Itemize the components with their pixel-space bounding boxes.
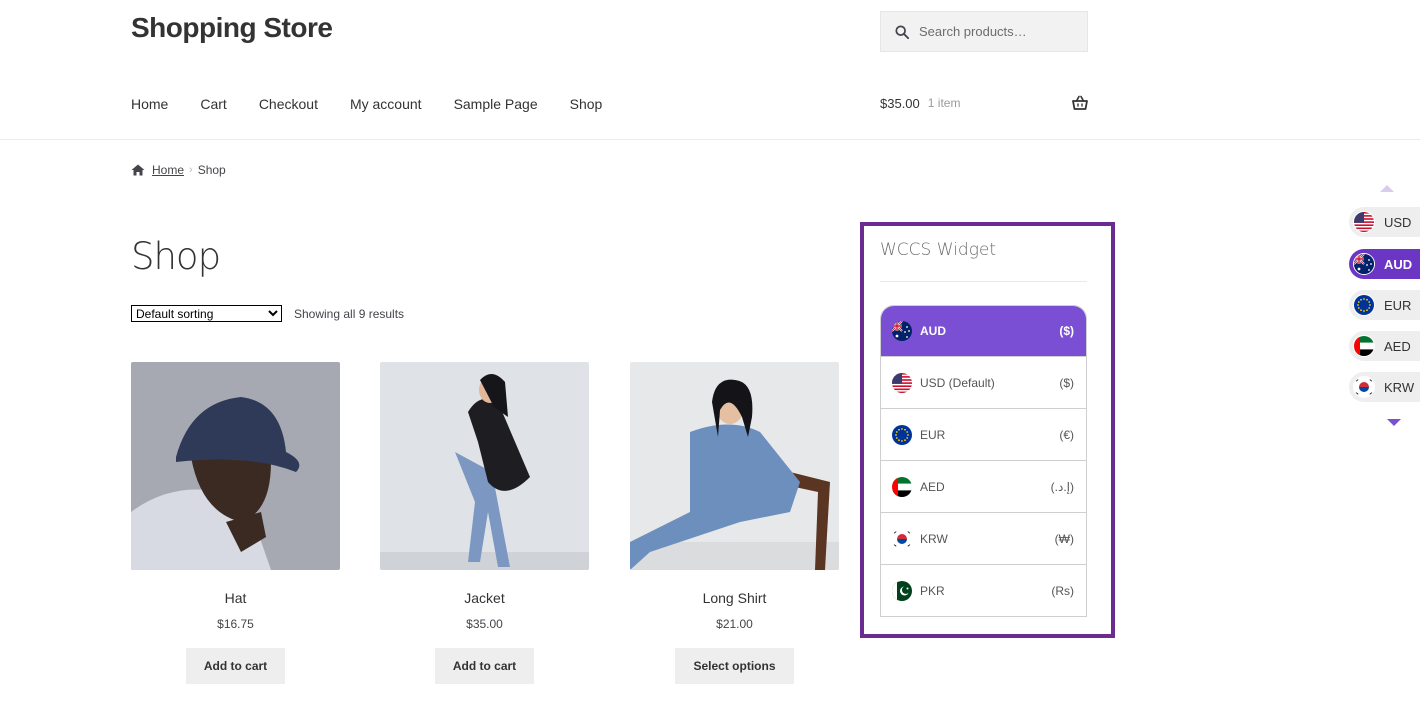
side-currency-aed[interactable]: AED	[1349, 331, 1420, 361]
side-currency-krw[interactable]: KRW	[1349, 372, 1420, 402]
nav-item-my-account[interactable]: My account	[350, 95, 422, 113]
currency-option-pkr[interactable]: PKR (Rs)	[881, 564, 1086, 616]
header-divider	[0, 139, 1420, 140]
pk-flag-icon	[892, 581, 912, 601]
basket-icon	[1072, 95, 1088, 110]
side-currency-usd[interactable]: USD	[1349, 207, 1420, 237]
currency-code: USD (Default)	[920, 375, 995, 390]
product-image-long-shirt[interactable]	[630, 362, 839, 570]
long-shirt-photo	[630, 362, 839, 570]
primary-nav: Home Cart Checkout My account Sample Pag…	[131, 95, 634, 113]
switcher-up-arrow-icon[interactable]	[1380, 185, 1394, 192]
home-icon	[131, 164, 145, 176]
nav-item-sample-page[interactable]: Sample Page	[454, 95, 538, 113]
currency-symbol: (€)	[1059, 427, 1074, 442]
us-flag-icon	[892, 373, 912, 393]
nav-item-shop[interactable]: Shop	[570, 95, 603, 113]
select-options-button[interactable]: Select options	[675, 648, 794, 684]
product-card-jacket: Jacket $35.00 Add to cart	[380, 362, 589, 684]
currency-code: EUR	[920, 427, 946, 442]
currency-option-usd[interactable]: USD (Default) ($)	[881, 356, 1086, 408]
search-input[interactable]	[919, 24, 1079, 39]
sorting-bar: Default sorting Showing all 9 results	[131, 305, 404, 322]
currency-option-aud[interactable]: AUD ($)	[881, 306, 1086, 356]
product-price: $35.00	[466, 617, 503, 631]
result-count: Showing all 9 results	[294, 306, 405, 321]
currency-code: PKR	[920, 583, 945, 598]
product-price: $16.75	[217, 617, 254, 631]
product-card-hat: Hat $16.75 Add to cart	[131, 362, 340, 684]
currency-list: AUD ($) USD (Default) ($) EUR (€) AED (.…	[880, 305, 1087, 617]
currency-code: AED	[920, 479, 945, 494]
switcher-down-arrow-icon[interactable]	[1387, 419, 1401, 426]
header-cart[interactable]: $35.00 1 item	[880, 95, 1088, 111]
nav-item-cart[interactable]: Cart	[200, 95, 226, 113]
us-flag-icon	[1353, 211, 1375, 233]
breadcrumb-current: Shop	[197, 163, 226, 177]
wccs-widget: WCCS Widget AUD ($) USD (Default) ($) EU…	[860, 222, 1115, 638]
ae-flag-icon	[1353, 335, 1375, 357]
breadcrumb: Home › Shop	[131, 163, 226, 177]
search-icon	[895, 24, 909, 39]
currency-symbol: (₩)	[1054, 531, 1074, 546]
eu-flag-icon	[892, 425, 912, 445]
add-to-cart-button[interactable]: Add to cart	[185, 648, 286, 684]
product-name[interactable]: Long Shirt	[630, 590, 839, 606]
page-title: Shop	[131, 235, 221, 278]
currency-code: KRW	[920, 531, 948, 546]
currency-symbol: ($)	[1059, 324, 1074, 338]
search-box[interactable]	[880, 11, 1088, 52]
side-currency-code: AED	[1384, 338, 1411, 354]
cart-amount: $35.00	[880, 95, 920, 111]
currency-symbol: (.إ.د)	[1050, 479, 1074, 494]
hat-photo	[131, 362, 340, 570]
product-name[interactable]: Jacket	[380, 590, 589, 606]
product-image-hat[interactable]	[131, 362, 340, 570]
product-price: $21.00	[716, 617, 753, 631]
nav-item-checkout[interactable]: Checkout	[259, 95, 318, 113]
product-name[interactable]: Hat	[131, 590, 340, 606]
au-flag-icon	[1353, 253, 1375, 275]
side-currency-code: EUR	[1384, 297, 1412, 313]
eu-flag-icon	[1353, 294, 1375, 316]
sort-select[interactable]: Default sorting	[131, 305, 282, 322]
ae-flag-icon	[892, 477, 912, 497]
product-card-long-shirt: Long Shirt $21.00 Select options	[630, 362, 839, 684]
currency-symbol: (Rs)	[1051, 583, 1074, 598]
currency-option-krw[interactable]: KRW (₩)	[881, 512, 1086, 564]
side-currency-code: KRW	[1384, 379, 1415, 395]
product-image-jacket[interactable]	[380, 362, 589, 570]
side-currency-code: USD	[1384, 214, 1412, 230]
kr-flag-icon	[892, 529, 912, 549]
nav-item-home[interactable]: Home	[131, 95, 168, 113]
currency-symbol: ($)	[1059, 375, 1074, 390]
add-to-cart-button[interactable]: Add to cart	[434, 648, 535, 684]
side-currency-aud[interactable]: AUD	[1349, 249, 1420, 279]
currency-option-eur[interactable]: EUR (€)	[881, 408, 1086, 460]
au-flag-icon	[892, 321, 912, 341]
kr-flag-icon	[1353, 376, 1375, 398]
widget-title: WCCS Widget	[880, 240, 997, 260]
cart-count: 1 item	[927, 96, 961, 110]
breadcrumb-separator: ›	[189, 164, 193, 176]
side-currency-eur[interactable]: EUR	[1349, 290, 1420, 320]
site-title[interactable]: Shopping Store	[131, 12, 333, 44]
breadcrumb-home-link[interactable]: Home	[152, 163, 184, 177]
widget-divider	[880, 281, 1087, 282]
side-currency-code: AUD	[1384, 256, 1413, 272]
currency-code: AUD	[920, 324, 946, 338]
currency-option-aed[interactable]: AED (.إ.د)	[881, 460, 1086, 512]
jacket-photo	[380, 362, 589, 570]
